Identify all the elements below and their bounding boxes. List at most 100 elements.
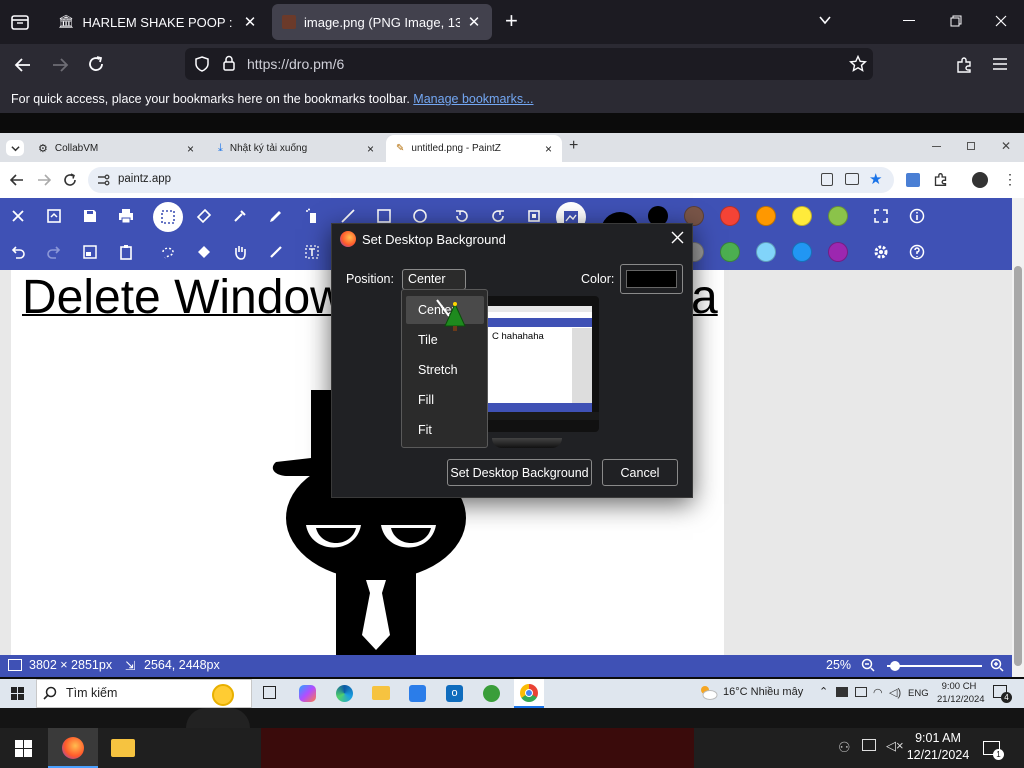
taskbar-search-box[interactable]: Tìm kiếm [36,679,252,708]
windows-start-icon[interactable] [11,687,24,700]
edge-icon[interactable] [336,685,353,702]
set-desktop-background-button[interactable]: Set Desktop Background [447,459,592,486]
wifi-icon[interactable]: ◠ [873,686,883,699]
display-icon[interactable] [862,739,876,751]
cancel-button[interactable]: Cancel [602,459,678,486]
fullscreen-icon[interactable] [869,204,893,228]
pencil-icon[interactable] [264,204,288,228]
inner-clock-time[interactable]: 9:00 CH [937,681,981,692]
chrome-new-tab-button[interactable]: + [569,137,578,155]
windows-start-icon[interactable] [15,740,32,757]
extensions-puzzle-icon[interactable] [933,172,948,187]
resize-image-icon[interactable] [78,240,102,264]
manage-bookmarks-link[interactable]: Manage bookmarks... [413,92,533,106]
volume-icon[interactable]: ◁) [889,686,901,699]
tab-search-chevron-icon[interactable] [6,140,24,156]
tray-app-icon-2[interactable] [855,687,867,697]
site-info-icon[interactable] [96,173,110,187]
chrome-close-button[interactable]: ✕ [1001,139,1011,153]
reload-icon[interactable] [63,173,77,187]
tab-overview-icon[interactable] [10,12,30,32]
color-swatch-orange[interactable] [756,206,776,226]
url-text[interactable]: paintz.app [118,173,171,185]
close-tab-button[interactable]: ✕ [242,13,258,31]
outlook-icon[interactable]: o [446,685,463,702]
lock-icon[interactable] [222,55,236,71]
chrome-minimize-button[interactable] [932,146,941,147]
xbox-icon[interactable] [483,685,500,702]
chrome-taskbar-button[interactable] [514,679,544,708]
chrome-tab-paintz[interactable]: ✎ untitled.png - PaintZ × [386,135,562,162]
rect-select-icon[interactable] [156,205,180,229]
store-icon[interactable] [409,685,426,702]
hamburger-menu-icon[interactable] [992,57,1008,71]
color-swatch-yellow[interactable] [792,206,812,226]
close-icon[interactable] [6,204,30,228]
color-swatch-blue[interactable] [792,242,812,262]
paste-icon[interactable] [114,240,138,264]
translate-icon[interactable] [906,173,920,187]
position-select[interactable]: Center [402,269,466,290]
close-tab-button[interactable]: ✕ [466,13,482,31]
minimize-button[interactable] [903,20,915,21]
color-picker[interactable] [620,264,683,294]
zoom-slider-track[interactable] [887,665,982,667]
close-window-button[interactable] [995,15,1007,27]
close-tab-button[interactable]: × [367,142,374,156]
list-tabs-chevron-icon[interactable] [818,13,832,27]
install-app-icon[interactable] [845,173,859,185]
restore-button[interactable] [950,15,962,27]
open-file-icon[interactable] [42,204,66,228]
eraser-icon[interactable] [192,204,216,228]
file-explorer-icon[interactable] [372,686,390,700]
network-people-icon[interactable]: ⚇ [838,739,851,756]
clock-time[interactable]: 9:01 AM [905,731,971,745]
chrome-menu-icon[interactable]: ⋮ [1003,172,1017,186]
shield-icon[interactable] [194,56,210,72]
forward-arrow-icon[interactable] [51,56,69,74]
tray-app-icon[interactable] [836,687,848,697]
copilot-icon[interactable] [299,685,316,702]
redo-icon[interactable] [42,240,66,264]
zoom-out-icon[interactable] [861,658,875,672]
bookmark-star-icon[interactable]: ★ [869,170,882,188]
inner-clock-date[interactable]: 21/12/2024 [937,694,985,705]
back-arrow-icon[interactable] [10,173,24,187]
color-swatch-light-green[interactable] [828,206,848,226]
position-option-fill[interactable]: Fill [406,386,484,414]
position-option-fit[interactable]: Fit [406,416,484,444]
language-indicator[interactable]: ENG [908,688,929,699]
color-swatch-light-blue[interactable] [756,242,776,262]
back-arrow-icon[interactable] [14,56,32,74]
tray-chevron-up-icon[interactable]: ⌃ [819,685,828,698]
chrome-tab-downloads[interactable]: ⤓ Nhật ký tải xuống × [208,135,384,162]
pan-hand-icon[interactable] [228,240,252,264]
page-scrollbar[interactable] [1012,198,1024,677]
firefox-tab-harlem[interactable]: 🏛 HARLEM SHAKE POOP : Steezy ✕ [48,4,268,40]
color-swatch-red[interactable] [720,206,740,226]
extensions-puzzle-icon[interactable] [955,56,973,74]
help-icon[interactable] [905,240,929,264]
firefox-url-bar[interactable]: https://dro.pm/6 [185,48,873,80]
page-icon[interactable] [821,173,833,186]
scrollbar-thumb[interactable] [1014,266,1022,666]
color-swatch-green[interactable] [720,242,740,262]
task-view-icon[interactable] [263,686,276,699]
forward-arrow-icon[interactable] [37,173,51,187]
profile-avatar[interactable] [972,172,988,188]
new-tab-button[interactable]: + [505,9,518,33]
weather-icon[interactable] [698,684,718,700]
settings-gear-icon[interactable] [869,240,893,264]
position-option-stretch[interactable]: Stretch [406,356,484,384]
brush-icon[interactable] [264,240,288,264]
free-select-icon[interactable] [156,240,180,264]
info-icon[interactable] [905,204,929,228]
url-text[interactable]: https://dro.pm/6 [247,56,344,72]
text-tool-icon[interactable] [300,240,324,264]
undo-icon[interactable] [6,240,30,264]
spray-icon[interactable] [300,204,324,228]
file-explorer-icon[interactable] [111,739,135,757]
eyedropper-icon[interactable] [228,204,252,228]
weather-text[interactable]: 16°C Nhiều mây [723,686,803,698]
close-tab-button[interactable]: × [187,142,194,156]
